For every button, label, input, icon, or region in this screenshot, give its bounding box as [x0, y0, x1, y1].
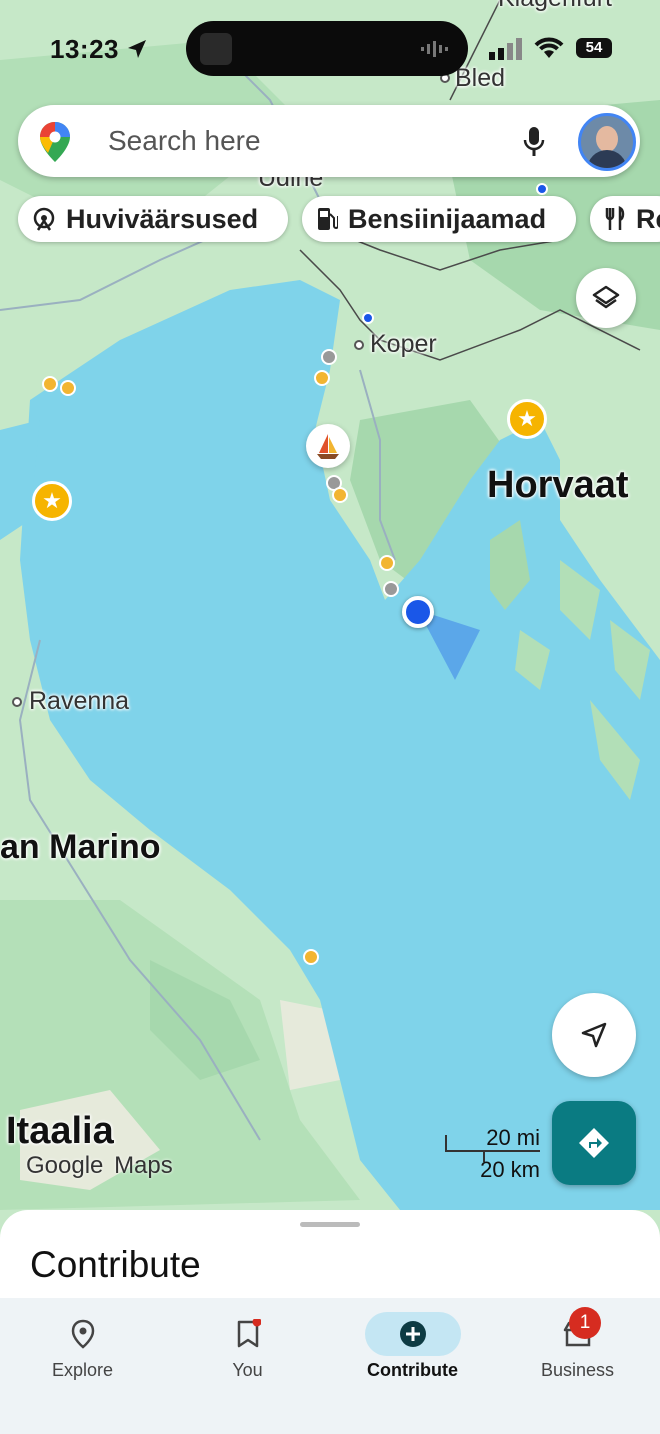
scale-tick-left: [445, 1135, 447, 1152]
chip-gas-stations[interactable]: Bensiinijaamad: [302, 196, 576, 242]
poi-dot[interactable]: [60, 380, 76, 396]
avatar-shirt: [587, 150, 627, 168]
wifi-icon: [534, 37, 564, 58]
nav-you[interactable]: You: [165, 1298, 330, 1418]
battery-indicator: 54: [576, 38, 612, 58]
audio-waveform-icon: [421, 41, 448, 57]
poi-dot[interactable]: [536, 183, 548, 195]
cellular-signal-icon: [489, 38, 522, 60]
business-notification-badge: 1: [569, 1307, 601, 1339]
status-time: 13:23: [50, 34, 119, 64]
favorite-star-icon[interactable]: ★: [32, 481, 72, 521]
poi-dot[interactable]: [321, 349, 337, 365]
bottom-sheet[interactable]: Contribute: [0, 1210, 660, 1310]
nav-contribute-label: Contribute: [367, 1360, 458, 1380]
poi-dot[interactable]: [42, 376, 58, 392]
directions-button[interactable]: [552, 1101, 636, 1185]
scale-miles: 20 mi: [486, 1125, 540, 1150]
dynamic-island: [186, 21, 468, 76]
poi-dot[interactable]: [379, 555, 395, 571]
attribution-maps: Maps: [114, 1152, 173, 1179]
poi-dot[interactable]: [303, 949, 319, 965]
sailboat-icon[interactable]: [306, 424, 350, 468]
chip-restaurants[interactable]: Re: [590, 196, 660, 242]
search-bar[interactable]: Search here: [18, 105, 640, 177]
chip-label: Re: [636, 203, 660, 234]
poi-dot[interactable]: [332, 487, 348, 503]
bookmark-icon: [200, 1312, 296, 1356]
map-label-koper[interactable]: Koper: [370, 330, 437, 359]
attribution-google: Google: [26, 1152, 104, 1179]
google-maps-pin-icon: [40, 122, 70, 162]
status-bar: 13:23 54: [0, 0, 660, 100]
nav-explore[interactable]: Explore: [0, 1298, 165, 1418]
bottom-navigation: Explore You Contribute Business: [0, 1298, 660, 1434]
recenter-location-button[interactable]: [552, 993, 636, 1077]
scale-km: 20 km: [480, 1157, 540, 1182]
sheet-drag-handle[interactable]: [300, 1222, 360, 1227]
gas-station-icon: [316, 206, 338, 232]
account-avatar[interactable]: [578, 113, 636, 171]
attraction-icon: [32, 206, 56, 232]
nav-contribute[interactable]: Contribute: [330, 1298, 495, 1418]
navigation-arrow-icon: [581, 1022, 607, 1048]
chip-label: Bensiinijaamad: [348, 203, 547, 234]
sheet-title: Contribute: [30, 1244, 201, 1285]
map-label-horvaatia[interactable]: Horvaat: [487, 464, 629, 507]
now-playing-artwork: [200, 33, 232, 65]
city-dot-ravenna: [12, 697, 22, 707]
poi-dot[interactable]: [362, 312, 374, 324]
location-arrow-icon: [128, 40, 146, 58]
scale-line: [445, 1150, 540, 1152]
microphone-icon[interactable]: [522, 125, 546, 159]
location-pin-icon: [35, 1312, 131, 1356]
directions-icon: [579, 1128, 609, 1158]
chip-label: Huviväärsused: [66, 203, 259, 234]
restaurant-icon: [604, 206, 626, 232]
nav-explore-label: Explore: [51, 1360, 114, 1380]
nav-business-label: Business: [540, 1360, 615, 1380]
chip-attractions[interactable]: Huviväärsused: [18, 196, 288, 242]
search-input[interactable]: Search here: [108, 125, 261, 157]
map-scale: 20 mi 20 km: [445, 1125, 540, 1185]
current-location-dot[interactable]: [402, 596, 434, 628]
nav-you-label: You: [232, 1360, 263, 1380]
map-label-itaalia[interactable]: Itaalia: [6, 1110, 114, 1153]
map-label-san-marino[interactable]: an Marino: [0, 828, 161, 867]
layers-icon: [592, 285, 620, 309]
poi-dot[interactable]: [383, 581, 399, 597]
favorite-star-icon[interactable]: ★: [507, 399, 547, 439]
avatar-face: [596, 126, 618, 152]
poi-dot[interactable]: [314, 370, 330, 386]
city-dot-koper: [354, 340, 364, 350]
layers-button[interactable]: [576, 268, 636, 328]
google-maps-attribution: Google Maps: [26, 1152, 173, 1180]
add-circle-icon: [364, 1312, 461, 1356]
map-label-ravenna[interactable]: Ravenna: [29, 687, 129, 716]
